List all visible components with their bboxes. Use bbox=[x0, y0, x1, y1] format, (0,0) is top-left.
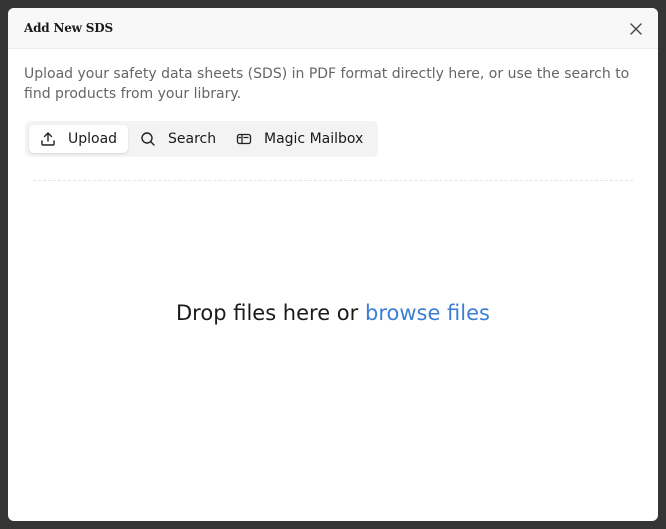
tab-upload-label: Upload bbox=[68, 131, 118, 147]
dropzone-prompt: Drop files here or bbox=[176, 301, 359, 325]
tab-magic-mailbox-label: Magic Mailbox bbox=[264, 131, 364, 147]
tab-search-label: Search bbox=[168, 131, 217, 147]
dropzone-text: Drop files here or browse files bbox=[33, 301, 633, 325]
dialog-header: Add New SDS bbox=[8, 8, 658, 49]
tab-upload[interactable]: Upload bbox=[29, 125, 128, 153]
search-icon bbox=[140, 131, 156, 147]
add-sds-dialog: Add New SDS Upload your safety data shee… bbox=[8, 8, 658, 521]
source-tabs: Upload Search Magic Mailbox bbox=[25, 121, 378, 157]
file-dropzone[interactable]: Drop files here or browse files bbox=[33, 180, 633, 465]
mailbox-icon bbox=[236, 131, 252, 147]
upload-icon bbox=[40, 131, 56, 147]
dialog-title: Add New SDS bbox=[24, 21, 113, 35]
tab-magic-mailbox[interactable]: Magic Mailbox bbox=[229, 125, 374, 153]
tab-search[interactable]: Search bbox=[133, 125, 221, 153]
browse-files-link[interactable]: browse files bbox=[365, 301, 490, 325]
close-button[interactable] bbox=[626, 19, 646, 39]
dialog-description: Upload your safety data sheets (SDS) in … bbox=[24, 66, 630, 102]
close-icon bbox=[630, 23, 642, 35]
